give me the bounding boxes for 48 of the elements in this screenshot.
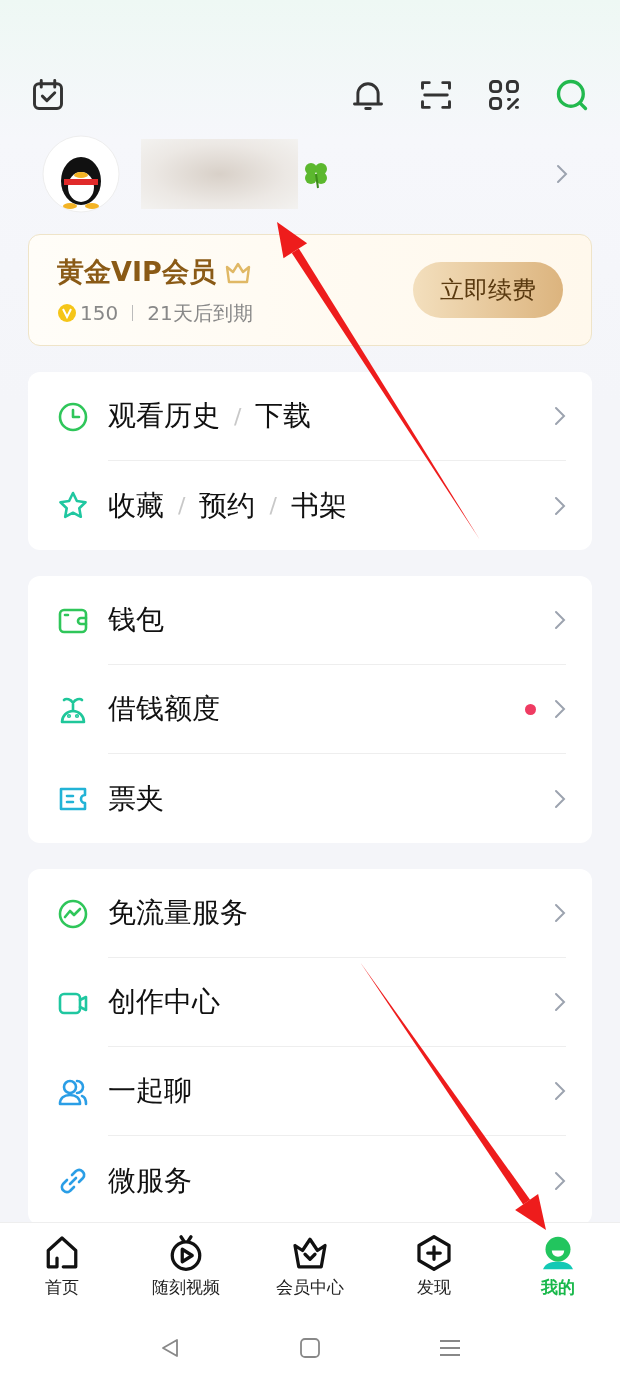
qr-code-icon[interactable] xyxy=(486,77,522,113)
plus-icon xyxy=(414,1232,454,1273)
expiry-text: 21天后到期 xyxy=(147,300,253,328)
menu-item[interactable]: 微服务 xyxy=(28,1136,592,1222)
menu-label: 收藏 xyxy=(108,487,164,524)
tab[interactable]: 随刻视频 xyxy=(124,1223,248,1310)
vip-card[interactable]: 黄金VIP会员 150 21天后到期 立即续费 xyxy=(28,234,592,346)
separator-text: / xyxy=(234,402,242,431)
tab[interactable]: 会员中心 xyxy=(248,1223,372,1310)
calendar-icon[interactable] xyxy=(30,77,66,113)
menu-item[interactable]: 票夹 xyxy=(28,754,592,843)
menu-label: 一起聊 xyxy=(108,1073,192,1109)
menu-label: 钱包 xyxy=(108,602,164,638)
avatar[interactable] xyxy=(42,135,120,213)
chevron-icon xyxy=(554,699,566,719)
separator-text: / xyxy=(269,492,277,520)
menu-label: 免流量服务 xyxy=(108,895,248,931)
home-button-icon[interactable] xyxy=(298,1336,322,1360)
coin-icon xyxy=(57,303,77,324)
tab[interactable]: 首页 xyxy=(0,1223,124,1310)
menu-label: 借钱额度 xyxy=(108,691,220,727)
chevron-icon xyxy=(556,164,568,184)
chevron-icon xyxy=(554,903,566,923)
chevron-icon xyxy=(554,406,566,426)
menu-label: 观看历史 xyxy=(108,398,220,434)
chevron-icon xyxy=(554,1170,566,1191)
chevron-icon xyxy=(554,1081,566,1101)
menu-label: 下载 xyxy=(255,398,312,434)
menu-label: 预约 xyxy=(199,487,256,524)
menu-item[interactable]: 借钱额度 xyxy=(28,665,592,754)
menu-label: 票夹 xyxy=(108,780,164,817)
menu-item[interactable]: 收藏 / 预约 / 书架 xyxy=(28,461,592,550)
menu-label: 创作中心 xyxy=(108,984,220,1020)
separator-text: / xyxy=(178,492,186,520)
renew-button[interactable]: 立即续费 xyxy=(413,262,563,318)
chevron-icon xyxy=(554,610,566,630)
chevron-icon xyxy=(554,992,566,1012)
menu-label: 微服务 xyxy=(108,1162,192,1199)
traffic-icon xyxy=(57,897,89,930)
vip-title: 黄金VIP会员 xyxy=(57,254,216,289)
points: 150 xyxy=(80,300,119,328)
chevron-icon xyxy=(554,788,566,809)
chevron-icon xyxy=(554,495,566,516)
menu-label: 书架 xyxy=(290,487,347,524)
clock-icon xyxy=(57,400,89,433)
menu-item[interactable]: 钱包 xyxy=(28,576,592,665)
tab[interactable]: 发现 xyxy=(372,1223,496,1310)
menu-item[interactable]: 免流量服务 xyxy=(28,869,592,958)
